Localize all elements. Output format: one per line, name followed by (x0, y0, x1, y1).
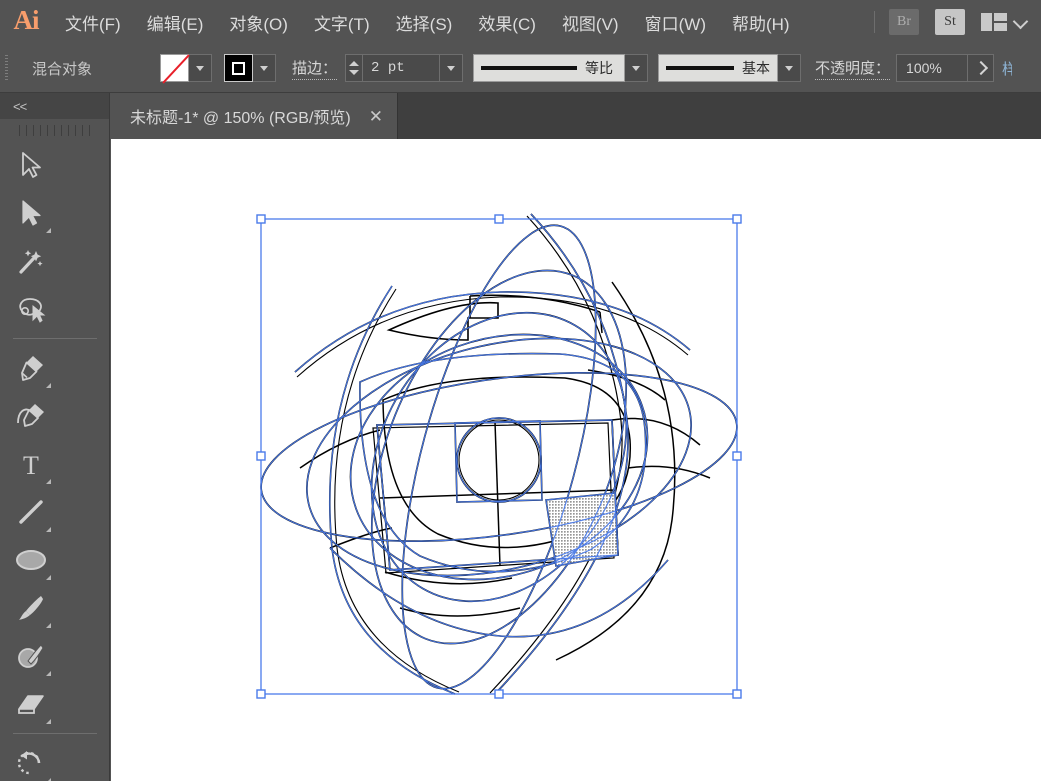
direct-selection-tool[interactable] (7, 189, 55, 237)
control-bar-grip[interactable] (3, 55, 8, 81)
rotate-tool[interactable] (7, 739, 55, 781)
ellipse-tool[interactable] (7, 536, 55, 584)
document-tab[interactable]: 未标题-1* @ 150% (RGB/预览) ✕ (111, 93, 398, 139)
menu-file[interactable]: 文件(F) (52, 0, 134, 44)
menu-type[interactable]: 文字(T) (301, 0, 383, 44)
line-segment-tool[interactable] (7, 488, 55, 536)
illustrator-window: Ai 文件(F) 编辑(E) 对象(O) 文字(T) 选择(S) 效果(C) 视… (0, 0, 1041, 781)
opacity-label: 不透明度： (815, 57, 891, 80)
menu-select[interactable]: 选择(S) (383, 0, 466, 44)
menu-edit[interactable]: 编辑(E) (134, 0, 217, 44)
stroke-swatch-group[interactable] (224, 54, 276, 82)
selection-type-label: 混合对象 (32, 60, 93, 78)
menu-object[interactable]: 对象(O) (216, 0, 301, 44)
fill-dropdown-chevron-down-icon[interactable] (189, 54, 212, 82)
tools-divider-2 (12, 733, 97, 734)
stroke-dropdown-chevron-down-icon[interactable] (253, 54, 276, 82)
profile-line-icon (481, 66, 578, 70)
stroke-weight-label: 描边： (292, 57, 338, 80)
tools-panel-grip[interactable] (0, 119, 109, 141)
blend-object-artwork[interactable] (111, 139, 1041, 781)
brush-definition-chevron-down-icon[interactable] (778, 54, 802, 82)
menu-effect[interactable]: 效果(C) (465, 0, 549, 44)
brush-line-icon (666, 66, 735, 70)
stroke-weight-input[interactable]: 2 pt (362, 54, 441, 82)
magic-wand-tool[interactable] (7, 237, 55, 285)
tools-grid: T (0, 141, 109, 781)
artboard-canvas[interactable] (111, 139, 1041, 781)
collapse-panel-icon[interactable]: << (13, 99, 27, 114)
shaper-tool[interactable] (7, 632, 55, 680)
opacity-field-group[interactable]: 100% (896, 54, 995, 82)
fill-color-swatch[interactable] (160, 54, 189, 82)
stroke-weight-stepper[interactable] (345, 54, 363, 82)
svg-text:T: T (23, 451, 39, 478)
stroke-profile-group[interactable]: 等比 (473, 54, 649, 82)
stroke-profile-chevron-down-icon[interactable] (625, 54, 649, 82)
workspace-chevron-down-icon[interactable] (1013, 14, 1029, 30)
pen-tool[interactable] (7, 344, 55, 392)
selection-tool[interactable] (7, 141, 55, 189)
stroke-color-swatch[interactable] (224, 54, 253, 82)
eraser-tool[interactable] (7, 680, 55, 728)
menu-help[interactable]: 帮助(H) (719, 0, 803, 44)
stroke-profile-label: 等比 (585, 60, 614, 76)
curvature-tool[interactable] (7, 392, 55, 440)
document-tab-title: 未标题-1* @ 150% (RGB/预览) (130, 110, 351, 127)
type-tool[interactable]: T (7, 440, 55, 488)
tools-panel-header: << (0, 93, 109, 119)
app-logo-icon: Ai (13, 5, 40, 35)
paintbrush-tool[interactable] (7, 584, 55, 632)
fill-swatch-group[interactable] (160, 54, 212, 82)
brush-definition-select[interactable]: 基本 (658, 54, 779, 82)
tools-divider-1 (12, 338, 97, 339)
stroke-weight-field-group[interactable]: 2 pt (345, 54, 464, 82)
opacity-expand-chevron-right-icon[interactable] (968, 54, 995, 82)
menu-bar: Ai 文件(F) 编辑(E) 对象(O) 文字(T) 选择(S) 效果(C) 视… (0, 0, 1041, 44)
bridge-button[interactable]: Br (889, 9, 919, 35)
menu-window[interactable]: 窗口(W) (632, 0, 719, 44)
stroke-profile-select[interactable]: 等比 (473, 54, 626, 82)
stock-button[interactable]: St (935, 9, 965, 35)
document-tab-bar: 未标题-1* @ 150% (RGB/预览) ✕ (111, 93, 1041, 139)
control-bar: 混合对象 描边： 2 pt 等比 基本 不透明度： 100% (0, 44, 1041, 93)
opacity-input[interactable]: 100% (896, 54, 969, 82)
workspace-switcher-icon[interactable] (981, 13, 1007, 31)
stroke-weight-chevron-down-icon[interactable] (440, 54, 464, 82)
menu-divider (874, 11, 875, 33)
selection-handles (256, 214, 742, 699)
lasso-tool[interactable] (7, 285, 55, 333)
menu-view[interactable]: 视图(V) (549, 0, 632, 44)
control-bar-overflow: 样 (1002, 58, 1012, 79)
tab-close-icon[interactable]: ✕ (369, 108, 383, 125)
brush-definition-group[interactable]: 基本 (658, 54, 802, 82)
brush-definition-label: 基本 (742, 60, 771, 76)
tools-panel: << T (0, 93, 110, 781)
